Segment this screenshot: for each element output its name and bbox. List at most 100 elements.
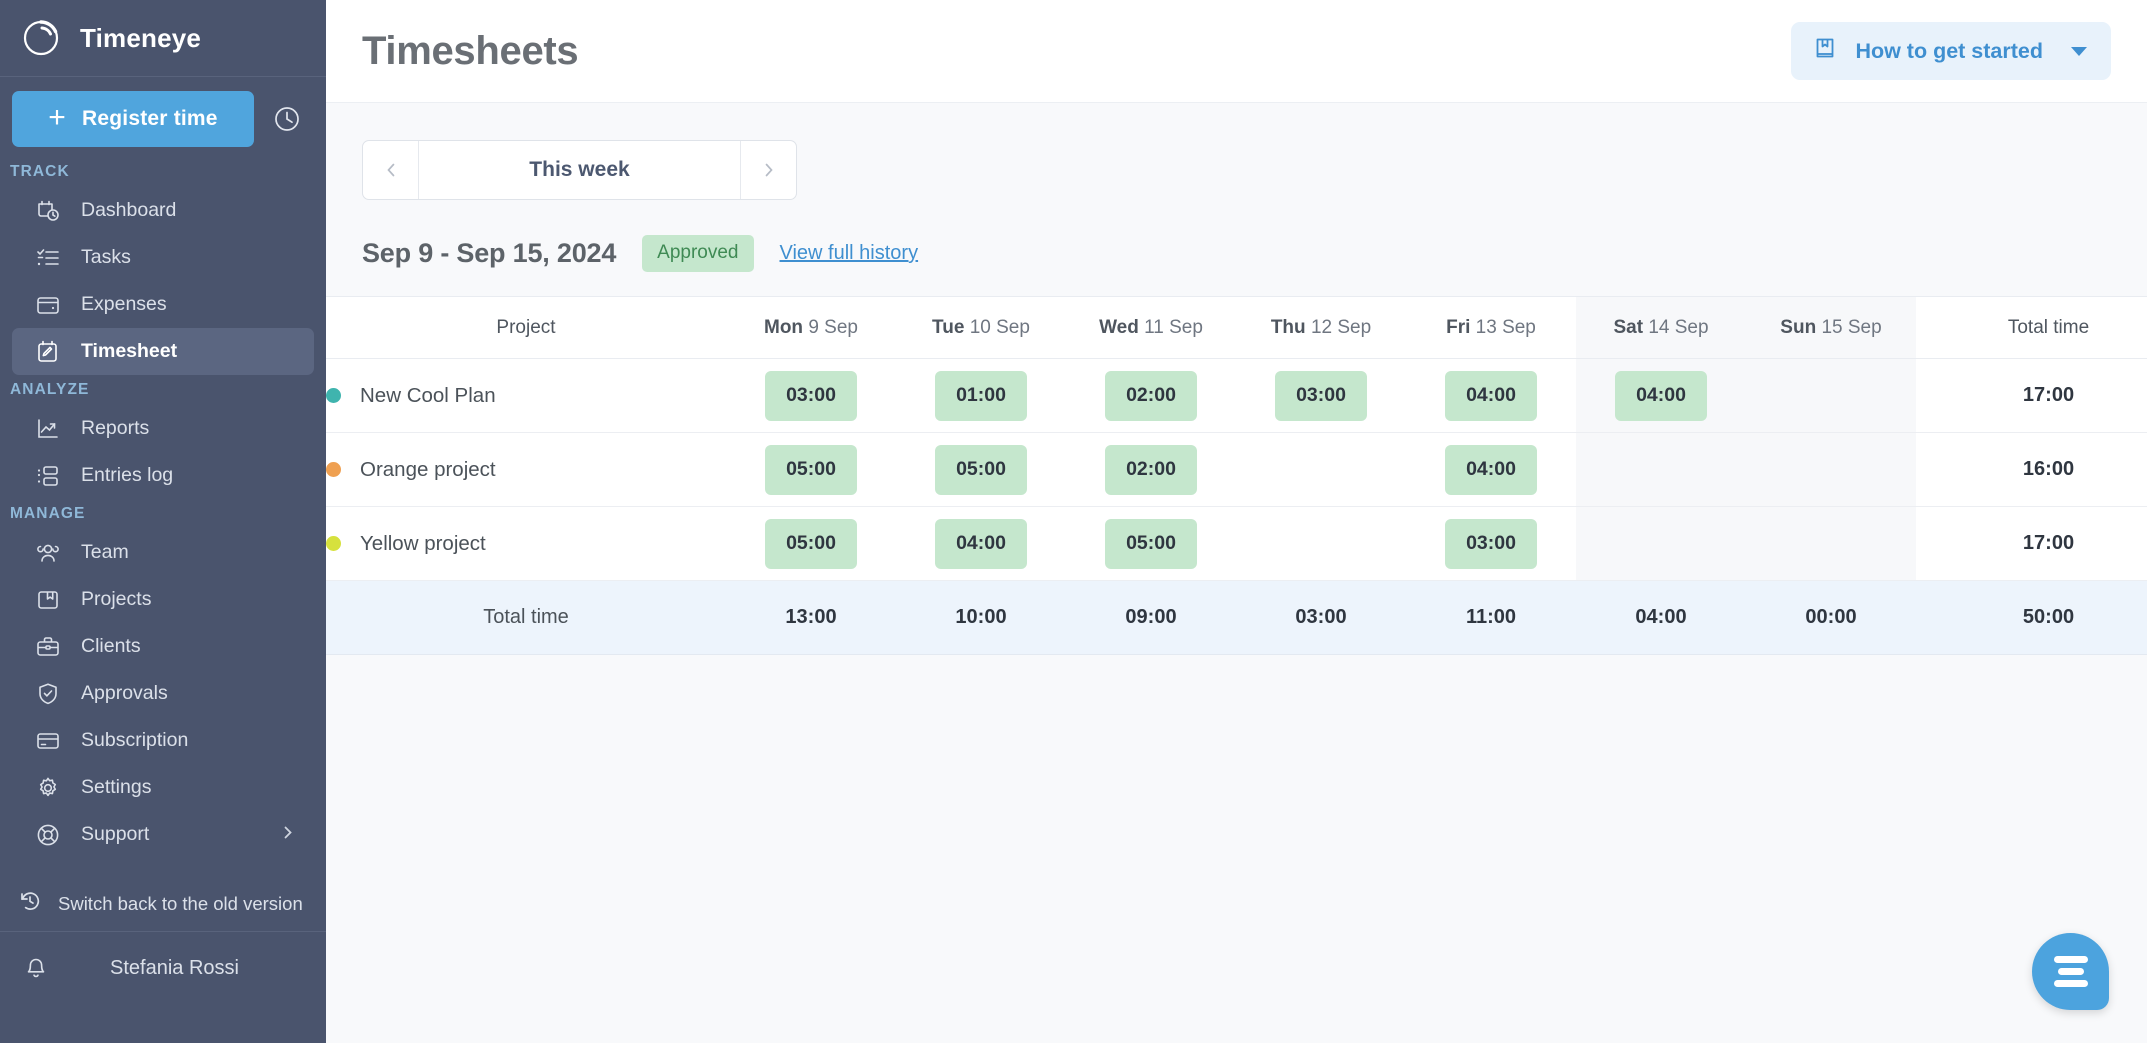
time-cell[interactable]: 05:00 bbox=[1066, 507, 1236, 581]
time-chip[interactable]: 04:00 bbox=[1445, 445, 1537, 495]
bell-icon[interactable] bbox=[22, 955, 49, 982]
time-chip[interactable]: 05:00 bbox=[765, 445, 857, 495]
time-cell[interactable]: 05:00 bbox=[896, 433, 1066, 507]
switch-back-button[interactable]: Switch back to the old version bbox=[0, 876, 326, 932]
folder-bookmark-icon bbox=[34, 586, 61, 613]
time-cell[interactable]: 02:00 bbox=[1066, 359, 1236, 433]
sidebar-item-label: Clients bbox=[81, 635, 141, 658]
sidebar-item-approvals[interactable]: Approvals bbox=[12, 670, 314, 717]
time-chip[interactable]: 01:00 bbox=[935, 371, 1027, 421]
sidebar-item-label: Projects bbox=[81, 588, 151, 611]
project-color-dot bbox=[326, 388, 341, 403]
time-cell[interactable]: 03:00 bbox=[726, 359, 896, 433]
sidebar-item-tasks[interactable]: Tasks bbox=[12, 234, 314, 281]
briefcase-icon bbox=[34, 633, 61, 660]
time-cell[interactable]: 02:00 bbox=[1066, 433, 1236, 507]
time-cell bbox=[1576, 507, 1746, 581]
time-chip[interactable]: 03:00 bbox=[1275, 371, 1367, 421]
calendar-clock-icon bbox=[34, 197, 61, 224]
calendar-edit-icon bbox=[34, 338, 61, 365]
time-cell[interactable]: 04:00 bbox=[1406, 359, 1576, 433]
user-profile[interactable]: Stefania Rossi bbox=[0, 932, 326, 1005]
sidebar-item-label: Reports bbox=[81, 417, 149, 440]
time-cell[interactable]: 05:00 bbox=[726, 433, 896, 507]
table-row: Orange project05:0005:0002:0004:0016:00 bbox=[326, 433, 2147, 507]
sidebar-item-support[interactable]: Support bbox=[12, 811, 314, 858]
time-cell[interactable]: 01:00 bbox=[896, 359, 1066, 433]
time-chip[interactable]: 02:00 bbox=[1105, 445, 1197, 495]
time-cell[interactable]: 03:00 bbox=[1406, 507, 1576, 581]
view-full-history-link[interactable]: View full history bbox=[780, 242, 919, 265]
day-total-cell: 04:00 bbox=[1576, 581, 1746, 655]
how-to-get-started-button[interactable]: How to get started bbox=[1791, 22, 2111, 80]
sidebar-item-team[interactable]: Team bbox=[12, 529, 314, 576]
time-chip[interactable]: 05:00 bbox=[1105, 519, 1197, 569]
sidebar-item-settings[interactable]: Settings bbox=[12, 764, 314, 811]
time-chip[interactable]: 03:00 bbox=[1445, 519, 1537, 569]
time-chip[interactable]: 02:00 bbox=[1105, 371, 1197, 421]
column-header-day-tue: Tue 10 Sep bbox=[896, 297, 1066, 359]
clock-icon[interactable] bbox=[264, 96, 310, 142]
table-header: ProjectMon 9 SepTue 10 SepWed 11 SepThu … bbox=[326, 297, 2147, 359]
day-total-cell: 09:00 bbox=[1066, 581, 1236, 655]
topbar: Timesheets How to get started bbox=[326, 0, 2147, 103]
time-chip[interactable]: 05:00 bbox=[765, 519, 857, 569]
nav-section-manage: MANAGE bbox=[0, 499, 326, 529]
time-cell bbox=[1236, 507, 1406, 581]
sidebar-item-dashboard[interactable]: Dashboard bbox=[12, 187, 314, 234]
time-cell[interactable]: 04:00 bbox=[1576, 359, 1746, 433]
main-content: Timesheets How to get started This week bbox=[326, 0, 2147, 1043]
day-total-cell: 11:00 bbox=[1406, 581, 1576, 655]
week-navigator: This week bbox=[362, 140, 797, 200]
week-label[interactable]: This week bbox=[419, 141, 740, 199]
project-color-dot bbox=[326, 536, 341, 551]
nav-section-track: TRACK bbox=[0, 157, 326, 187]
gear-icon bbox=[34, 774, 61, 801]
sidebar-item-entries-log[interactable]: Entries log bbox=[12, 452, 314, 499]
table-row: New Cool Plan 03:00 01:00 02:00 03:00 04:00 04… bbox=[326, 359, 2147, 433]
sidebar-item-expenses[interactable]: Expenses bbox=[12, 281, 314, 328]
project-cell: New Cool Plan bbox=[326, 359, 726, 433]
previous-week-button[interactable] bbox=[363, 141, 419, 199]
time-chip[interactable]: 04:00 bbox=[1615, 371, 1707, 421]
sidebar-item-label: Dashboard bbox=[81, 199, 176, 222]
day-total-cell: 03:00 bbox=[1236, 581, 1406, 655]
people-icon bbox=[34, 539, 61, 566]
time-cell[interactable]: 05:00 bbox=[726, 507, 896, 581]
column-header-day-mon: Mon 9 Sep bbox=[726, 297, 896, 359]
column-header-day-sun: Sun 15 Sep bbox=[1746, 297, 1916, 359]
time-cell[interactable]: 03:00 bbox=[1236, 359, 1406, 433]
time-chip[interactable]: 05:00 bbox=[935, 445, 1027, 495]
project-name: Yellow project bbox=[360, 532, 486, 556]
status-badge: Approved bbox=[642, 235, 753, 272]
time-chip[interactable]: 04:00 bbox=[1445, 371, 1537, 421]
row-total-cell: 16:00 bbox=[1916, 433, 2147, 507]
next-week-button[interactable] bbox=[740, 141, 796, 199]
day-total-cell: 10:00 bbox=[896, 581, 1066, 655]
column-header-project: Project bbox=[326, 297, 726, 359]
project-cell: Yellow project bbox=[326, 507, 726, 581]
time-chip[interactable]: 04:00 bbox=[935, 519, 1027, 569]
time-cell[interactable]: 04:00 bbox=[896, 507, 1066, 581]
register-row: + Register time bbox=[0, 77, 326, 157]
register-time-button[interactable]: + Register time bbox=[12, 91, 254, 147]
sidebar-item-subscription[interactable]: Subscription bbox=[12, 717, 314, 764]
time-chip[interactable]: 03:00 bbox=[765, 371, 857, 421]
sidebar-item-label: Team bbox=[81, 541, 129, 564]
time-cell[interactable]: 04:00 bbox=[1406, 433, 1576, 507]
chat-support-button[interactable] bbox=[2032, 933, 2109, 1010]
sidebar-item-projects[interactable]: Projects bbox=[12, 576, 314, 623]
sidebar-item-timesheet[interactable]: Timesheet bbox=[12, 328, 314, 375]
sidebar-item-reports[interactable]: Reports bbox=[12, 405, 314, 452]
column-header-day-sat: Sat 14 Sep bbox=[1576, 297, 1746, 359]
sidebar: Timeneye + Register time TRACK Dashboard bbox=[0, 0, 326, 1043]
timesheet-table: ProjectMon 9 SepTue 10 SepWed 11 SepThu … bbox=[326, 296, 2147, 655]
sidebar-item-label: Support bbox=[81, 823, 149, 846]
table-header-row: ProjectMon 9 SepTue 10 SepWed 11 SepThu … bbox=[326, 297, 2147, 359]
sidebar-item-clients[interactable]: Clients bbox=[12, 623, 314, 670]
sidebar-item-label: Expenses bbox=[81, 293, 167, 316]
register-time-label: Register time bbox=[82, 107, 218, 131]
time-cell bbox=[1746, 433, 1916, 507]
timesheet-content: This week Sep 9 - Sep 15, 2024 Approved … bbox=[326, 103, 2147, 1043]
table-row: Yellow project05:0004:0005:0003:0017:00 bbox=[326, 507, 2147, 581]
